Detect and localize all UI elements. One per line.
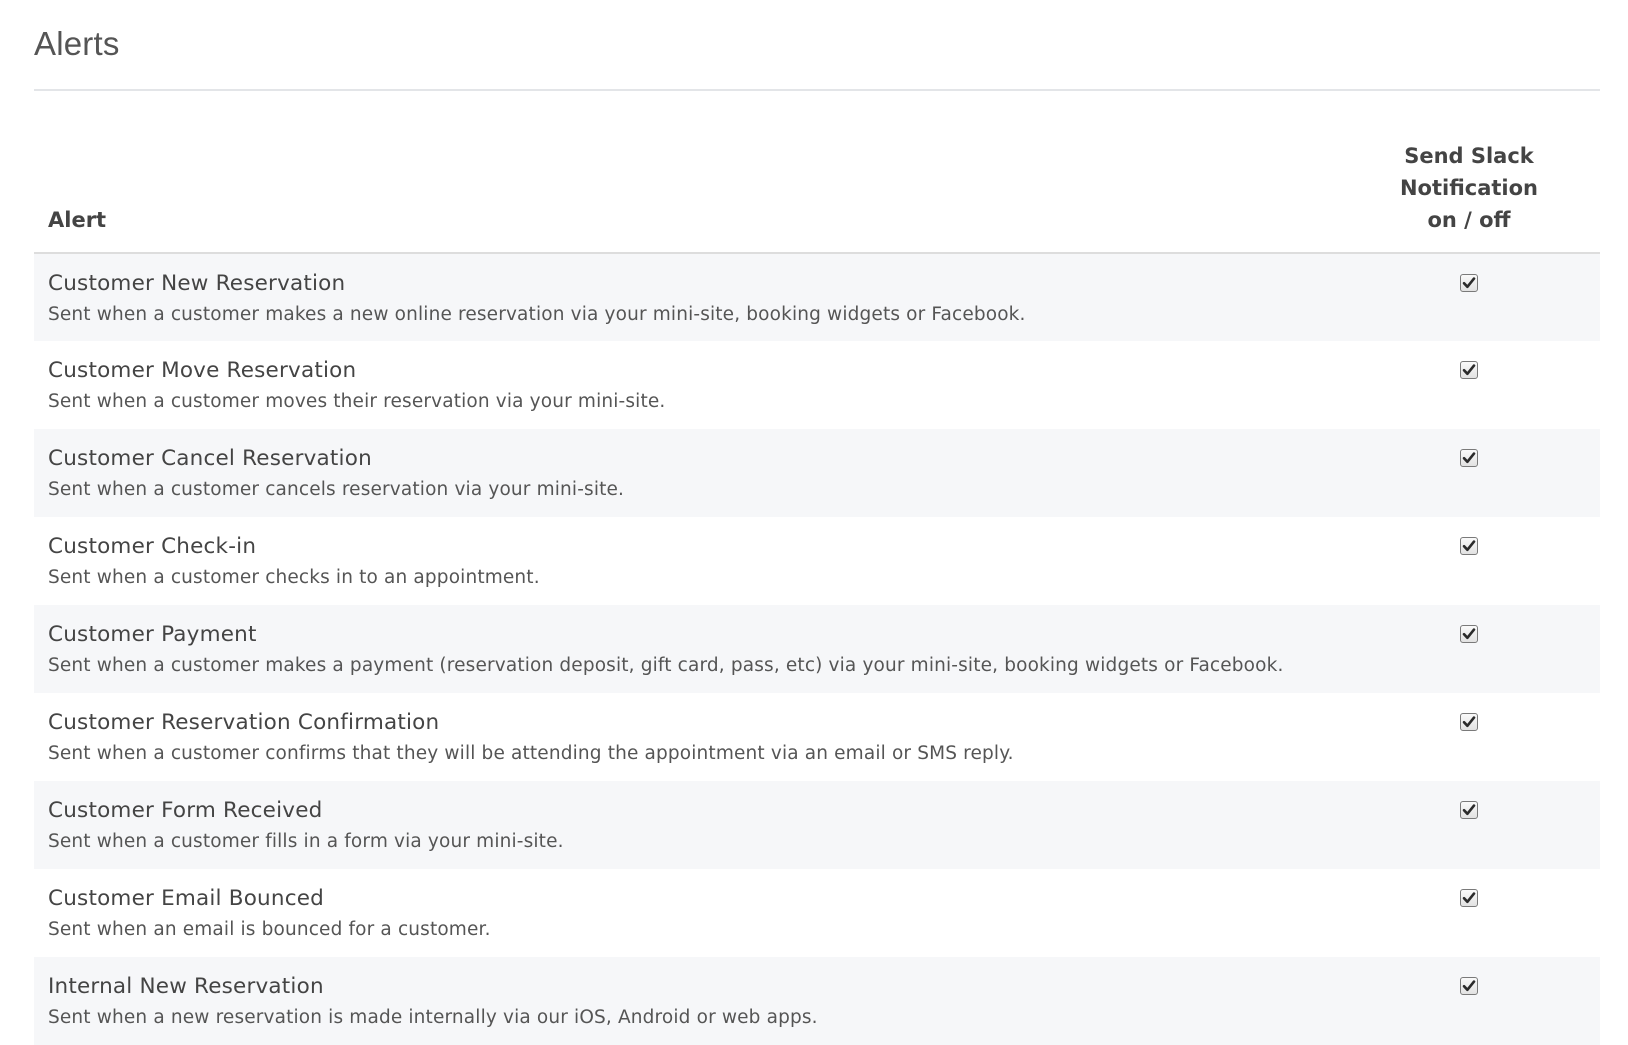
alert-name: Internal New Reservation [48,974,324,999]
table-row: Customer Move Reservation Sent when a cus… [34,341,1600,429]
alert-name: Customer Check-in [48,534,257,559]
alert-name: Customer Cancel Reservation [48,446,372,471]
alert-cell: Customer Form Received Sent when a custom… [34,781,1350,869]
alerts-table-body: Customer New Reservation Sent when a cust… [34,253,1600,1045]
alert-cell: Customer Move Reservation Sent when a cus… [34,341,1350,429]
alert-name: Customer New Reservation [48,271,346,296]
alerts-table: Alert Send Slack Notification on / off C… [34,140,1600,1045]
slack-toggle-cell [1350,605,1600,693]
table-row: Internal New Reservation Sent when a new … [34,957,1600,1045]
column-header-alert: Alert [34,140,1350,254]
alert-cell: Internal New Reservation Sent when a new … [34,957,1350,1045]
slack-notification-checkbox[interactable] [1460,801,1478,819]
checkmark-icon [1462,892,1476,904]
checkmark-icon [1462,364,1476,376]
alert-name: Customer Payment [48,622,257,647]
slack-toggle-cell [1350,429,1600,517]
alert-name: Customer Form Received [48,798,323,823]
alert-cell: Customer Payment Sent when a customer mak… [34,605,1350,693]
table-row: Customer Cancel Reservation Sent when a c… [34,429,1600,517]
alert-name: Customer Reservation Confirmation [48,710,440,735]
slack-toggle-cell [1350,341,1600,429]
alert-description: Sent when a customer fills in a form via… [48,831,564,852]
slack-notification-checkbox[interactable] [1460,977,1478,995]
alert-description: Sent when a customer cancels reservation… [48,479,625,500]
slack-toggle-cell [1350,781,1600,869]
slack-toggle-cell [1350,869,1600,957]
slack-notification-checkbox[interactable] [1460,449,1478,467]
slack-notification-checkbox[interactable] [1460,713,1478,731]
checkmark-icon [1462,452,1476,464]
page-title: Alerts [34,0,1600,91]
checkmark-icon [1462,628,1476,640]
alert-cell: Customer Email Bounced Sent when an email… [34,869,1350,957]
alert-name: Customer Move Reservation [48,358,357,383]
alert-description: Sent when a customer makes a new online … [48,304,1026,325]
slack-notification-checkbox[interactable] [1460,361,1478,379]
slack-notification-checkbox[interactable] [1460,274,1478,292]
table-row: Customer Payment Sent when a customer mak… [34,605,1600,693]
slack-toggle-cell [1350,517,1600,605]
alert-description: Sent when a customer makes a payment (re… [48,655,1284,676]
alert-name: Customer Email Bounced [48,886,325,911]
alert-description: Sent when a customer confirms that they … [48,743,1014,764]
table-row: Customer Reservation Confirmation Sent wh… [34,693,1600,781]
checkmark-icon [1462,540,1476,552]
alerts-page: Alerts Alert Send Slack Notification on … [34,0,1600,1045]
alert-cell: Customer Check-in Sent when a customer ch… [34,517,1350,605]
table-row: Customer Form Received Sent when a custom… [34,781,1600,869]
table-header-row: Alert Send Slack Notification on / off [34,140,1600,254]
slack-notification-checkbox[interactable] [1460,625,1478,643]
checkmark-icon [1462,277,1476,289]
slack-toggle-cell [1350,253,1600,341]
checkmark-icon [1462,716,1476,728]
alert-description: Sent when a customer checks in to an app… [48,567,540,588]
table-row: Customer Check-in Sent when a customer ch… [34,517,1600,605]
slack-toggle-cell [1350,693,1600,781]
table-row: Customer Email Bounced Sent when an email… [34,869,1600,957]
slack-notification-checkbox[interactable] [1460,537,1478,555]
alert-description: Sent when a new reservation is made inte… [48,1007,818,1028]
checkmark-icon [1462,980,1476,992]
slack-toggle-cell [1350,957,1600,1045]
alert-cell: Customer New Reservation Sent when a cust… [34,253,1350,341]
alert-description: Sent when an email is bounced for a cust… [48,919,491,940]
column-header-slack-line2: on / off [1427,208,1511,232]
alert-cell: Customer Reservation Confirmation Sent wh… [34,693,1350,781]
column-header-slack-line1: Send Slack Notification [1399,144,1539,200]
alert-description: Sent when a customer moves their reserva… [48,391,666,412]
slack-notification-checkbox[interactable] [1460,889,1478,907]
table-row: Customer New Reservation Sent when a cust… [34,253,1600,341]
column-header-slack-notification: Send Slack Notification on / off [1350,140,1600,254]
checkmark-icon [1462,804,1476,816]
alert-cell: Customer Cancel Reservation Sent when a c… [34,429,1350,517]
